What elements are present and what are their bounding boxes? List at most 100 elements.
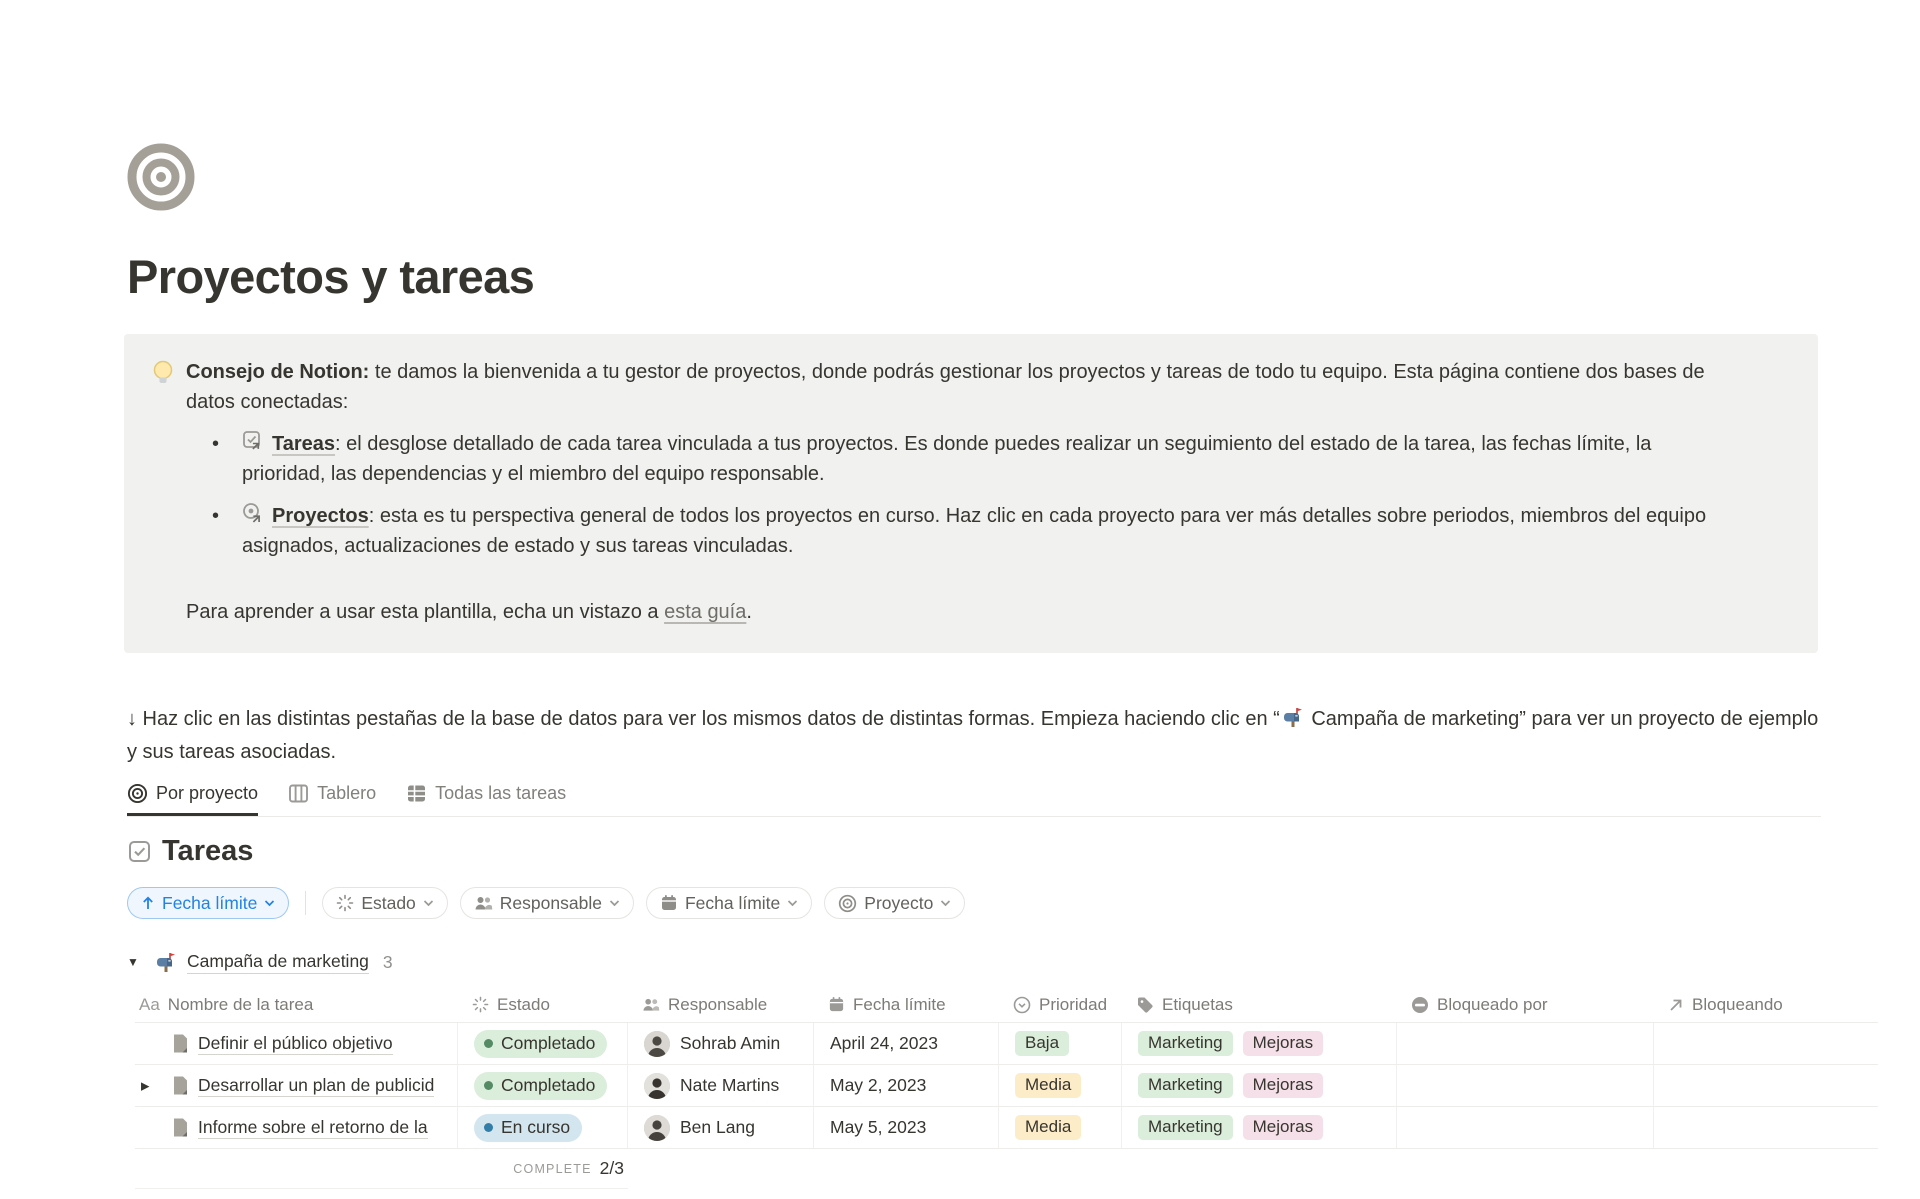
tag-pill[interactable]: Marketing	[1138, 1031, 1233, 1056]
column-label: Bloqueado por	[1437, 995, 1548, 1015]
callout-intro: Consejo de Notion: te damos la bienvenid…	[186, 357, 1730, 417]
blocking-cell[interactable]	[1654, 1065, 1878, 1106]
people-icon	[474, 895, 493, 912]
assignee-cell: Nate Martins	[628, 1065, 814, 1106]
chevron-down-icon	[423, 899, 434, 907]
priority-pill[interactable]: Media	[1015, 1115, 1081, 1140]
assignee-name: Sohrab Amin	[680, 1033, 780, 1054]
group-collapse-toggle[interactable]: ▼	[127, 955, 153, 969]
tag-pill[interactable]: Marketing	[1138, 1115, 1233, 1140]
column-header-bloqueando[interactable]: Bloqueando	[1654, 987, 1878, 1022]
board-columns-icon	[288, 783, 309, 804]
toolbar-divider	[305, 891, 306, 915]
assignee[interactable]: Nate Martins	[644, 1073, 779, 1099]
column-header-etiquetas[interactable]: Etiquetas	[1122, 987, 1397, 1022]
table-calc-row: COMPLETE 2/3	[135, 1149, 1878, 1189]
due-date-cell[interactable]: May 2, 2023	[814, 1065, 999, 1106]
projects-db-link[interactable]: Proyectos	[272, 505, 369, 527]
calc-empty-cell	[814, 1149, 999, 1189]
tags-cell: Marketing Mejoras	[1122, 1107, 1397, 1148]
tag-pill[interactable]: Marketing	[1138, 1073, 1233, 1098]
status-cell: Completado	[458, 1023, 628, 1064]
priority-cell: Media	[999, 1065, 1122, 1106]
column-header-responsable[interactable]: Responsable	[628, 987, 814, 1022]
table-row: ▶ Desarrollar un plan de publicid Comple…	[135, 1065, 1878, 1107]
calc-value: 2/3	[600, 1158, 624, 1179]
calc-empty-cell	[135, 1149, 458, 1189]
tag-icon	[1136, 996, 1154, 1014]
filter-label: Estado	[361, 893, 415, 914]
filter-pill-fecha-limite[interactable]: Fecha límite	[646, 887, 812, 919]
group-count: 3	[383, 952, 393, 973]
status-pill[interactable]: En curso	[474, 1114, 582, 1142]
status-label: Completado	[501, 1075, 595, 1096]
avatar	[644, 1073, 670, 1099]
mailbox-icon	[155, 951, 177, 973]
assignee[interactable]: Sohrab Amin	[644, 1031, 780, 1057]
priority-pill[interactable]: Media	[1015, 1073, 1081, 1098]
status-pill[interactable]: Completado	[474, 1072, 607, 1100]
tasks-db-link[interactable]: Tareas	[272, 433, 335, 455]
blocked-by-cell[interactable]	[1397, 1065, 1654, 1106]
task-name[interactable]: Informe sobre el retorno de la	[198, 1117, 428, 1139]
column-header-estado[interactable]: Estado	[458, 987, 628, 1022]
column-header-prioridad[interactable]: Prioridad	[999, 987, 1122, 1022]
blocking-cell[interactable]	[1654, 1107, 1878, 1148]
assignee-cell: Ben Lang	[628, 1107, 814, 1148]
status-label: Completado	[501, 1033, 595, 1054]
calendar-icon	[828, 996, 845, 1013]
estado-complete-calc[interactable]: COMPLETE 2/3	[458, 1149, 628, 1189]
bullet-tareas-text: : el desglose detallado de cada tarea vi…	[242, 433, 1651, 485]
priority-cell: Media	[999, 1107, 1122, 1148]
column-header-bloqueado-por[interactable]: Bloqueado por	[1397, 987, 1654, 1022]
sort-pill-fecha-limite[interactable]: Fecha límite	[127, 887, 289, 919]
tag-pill[interactable]: Mejoras	[1243, 1073, 1323, 1098]
status-pill[interactable]: Completado	[474, 1030, 607, 1058]
lightbulb-icon	[150, 357, 176, 627]
filter-pill-responsable[interactable]: Responsable	[460, 887, 634, 919]
bullet-proyectos: • Proyectos: esta es tu perspectiva gene…	[186, 501, 1730, 561]
notion-tip-callout: Consejo de Notion: te damos la bienvenid…	[124, 334, 1818, 653]
blocked-by-cell[interactable]	[1397, 1107, 1654, 1148]
task-name[interactable]: Definir el público objetivo	[198, 1033, 393, 1055]
tasks-section-header: Tareas	[127, 831, 1818, 871]
hint-project-name: Campaña de marketing	[1306, 708, 1519, 730]
page-title[interactable]: Proyectos y tareas	[127, 251, 1818, 303]
tab-por-proyecto[interactable]: Por proyecto	[127, 783, 258, 816]
guide-link[interactable]: esta guía	[664, 601, 746, 623]
subtasks-expand-toggle[interactable]: ▶	[141, 1079, 149, 1092]
column-label: Nombre de la tarea	[168, 995, 314, 1015]
filter-pill-estado[interactable]: Estado	[322, 887, 447, 919]
assignee[interactable]: Ben Lang	[644, 1115, 755, 1141]
column-header-fecha-limite[interactable]: Fecha límite	[814, 987, 999, 1022]
filter-label: Fecha límite	[685, 893, 780, 914]
checkbox-icon	[127, 839, 152, 864]
calc-empty-cell	[1397, 1149, 1654, 1189]
due-date-cell[interactable]: May 5, 2023	[814, 1107, 999, 1148]
tab-tablero[interactable]: Tablero	[288, 783, 376, 813]
task-name-cell: Informe sobre el retorno de la	[135, 1107, 458, 1148]
page-target-icon[interactable]	[127, 143, 195, 211]
due-date-cell[interactable]: April 24, 2023	[814, 1023, 999, 1064]
tag-pill[interactable]: Mejoras	[1243, 1031, 1323, 1056]
column-label: Prioridad	[1039, 995, 1107, 1015]
assignee-name: Nate Martins	[680, 1075, 779, 1096]
priority-cell: Baja	[999, 1023, 1122, 1064]
column-header-nombre[interactable]: Aa Nombre de la tarea	[135, 987, 458, 1022]
arrow-ne-icon	[1668, 997, 1684, 1013]
filter-label: Proyecto	[864, 893, 933, 914]
task-name[interactable]: Desarrollar un plan de publicid	[198, 1075, 434, 1097]
task-name-cell: Definir el público objetivo	[135, 1023, 458, 1064]
tag-pill[interactable]: Mejoras	[1243, 1115, 1323, 1140]
callout-bullets: • Tareas: el desglose detallado de cada …	[186, 429, 1730, 561]
tags-cell: Marketing Mejoras	[1122, 1023, 1397, 1064]
chevron-down-icon	[787, 899, 798, 907]
due-date: April 24, 2023	[830, 1033, 938, 1054]
assignee-cell: Sohrab Amin	[628, 1023, 814, 1064]
blocked-by-cell[interactable]	[1397, 1023, 1654, 1064]
priority-pill[interactable]: Baja	[1015, 1031, 1069, 1056]
filter-pill-proyecto[interactable]: Proyecto	[824, 887, 965, 919]
group-title[interactable]: Campaña de marketing	[187, 951, 369, 974]
blocking-cell[interactable]	[1654, 1023, 1878, 1064]
tab-todas-las-tareas[interactable]: Todas las tareas	[406, 783, 566, 813]
